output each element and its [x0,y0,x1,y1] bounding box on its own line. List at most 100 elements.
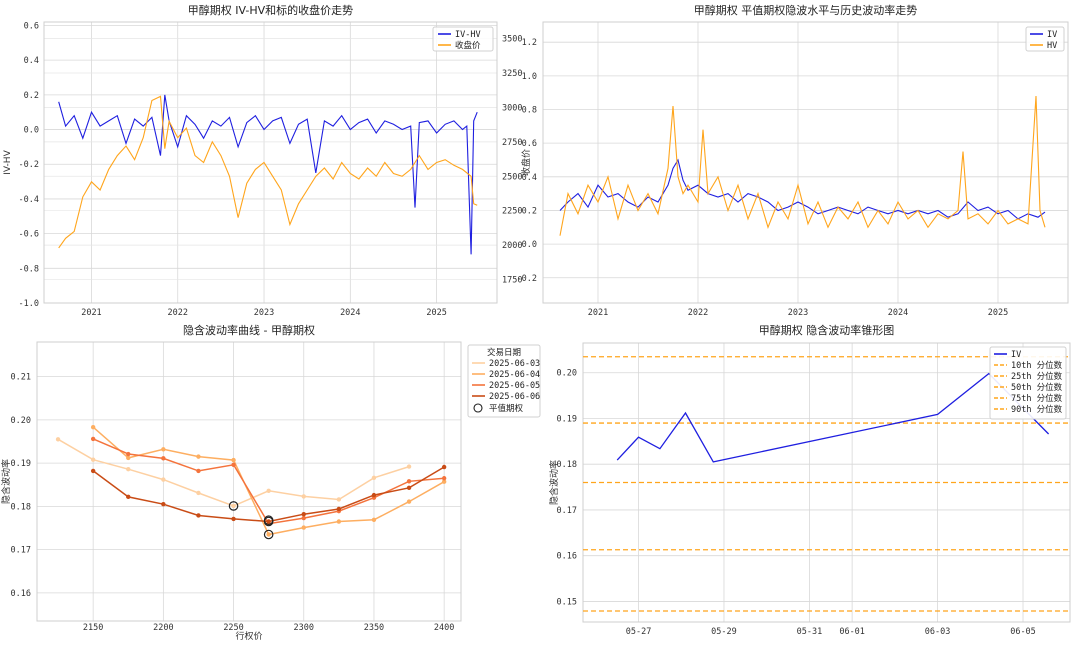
smile-point [406,479,412,484]
y-tick-label: 0.0 [24,126,39,136]
smile-point [231,462,236,468]
x-tick-label: 2022 [688,308,708,318]
smile-point [196,513,201,518]
x-tick-label: 06-01 [839,627,865,637]
smile-point [441,476,447,481]
x-tick-label: 2023 [788,308,808,318]
smile-line-2025-06-04 [92,426,445,536]
y-tick-label: 0.18 [11,502,31,512]
y-tick-label: -0.6 [19,230,39,240]
y2-tick-label: 2000 [502,241,522,251]
legend-label: IV [1011,350,1021,360]
y2-tick-label: 2250 [502,207,522,217]
smile-point [196,454,201,459]
smile-point [336,519,342,524]
x-tick-label: 2025 [426,308,446,318]
smile-point [371,517,377,522]
smile-point [231,516,236,522]
legend-label: 2025-06-03 [489,359,540,369]
y-tick-label: 0.15 [557,597,577,607]
y2-tick-label: 3250 [502,69,522,79]
y-tick-label: 0.6 [522,139,537,149]
y-tick-label: -0.4 [19,195,39,205]
y2-tick-label: 2500 [502,172,522,182]
y-tick-label: 0.20 [11,416,31,426]
smile-point [266,519,271,524]
legend-label: 2025-06-05 [489,381,540,391]
smile-point [266,488,271,493]
legend-label: 90th 分位数 [1011,404,1063,415]
series-line-hv [559,95,1046,236]
x-tick-label: 2400 [434,623,454,633]
y2-tick-label: 3500 [502,35,522,45]
smile-point [371,475,377,481]
y-tick-label: -0.2 [517,274,537,284]
smile-point [161,447,166,452]
y-tick-label: 1.2 [522,38,537,48]
series-line-close-price [58,95,478,249]
legend-label: 平值期权 [489,403,524,414]
y-tick-label: 0.21 [11,373,31,383]
x-tick-label: 2300 [294,623,314,633]
smile-point [126,466,131,472]
smile-point [406,464,412,469]
legend-label: 收盘价 [455,40,481,51]
x-tick-label: 2022 [168,308,188,318]
plot-frame [36,341,462,622]
y-tick-label: 0.16 [11,589,31,599]
y-tick-label: 0.6 [24,21,39,31]
smile-point [196,468,201,474]
y-axis-label: 隐含波动率 [548,460,560,505]
chart-canvas: 2021 2022 2023 2024 2025 -1.0 -0.8 -0.6 -0.4 -0.2… [0,3,1071,642]
y-tick-label: -0.2 [19,160,39,170]
smile-point [301,515,306,521]
x-axis-label: 行权价 [235,630,262,642]
legend-label: IV [1047,30,1057,40]
y-tick-label: 0.2 [522,206,537,216]
legend-box [1025,26,1065,52]
y-tick-label: 0.4 [522,173,537,183]
y-tick-label: -1.0 [19,299,39,309]
x-tick-label: 06-05 [1010,627,1036,637]
smile-point [90,457,96,462]
y-tick-label: 0.16 [557,552,577,562]
chart-title: 隐含波动率曲线 - 甲醇期权 [183,323,315,337]
x-tick-label: 2350 [364,623,384,633]
chart-title: 甲醇期权 IV-HV和标的收盘价走势 [188,3,353,17]
chart-title: 甲醇期权 隐含波动率锥形图 [759,323,895,337]
legend-title: 交易日期 [487,347,521,358]
smile-point [441,464,447,470]
x-tick-label: 2200 [153,623,173,633]
smile-point [301,525,306,530]
y-tick-label: 0.17 [557,506,577,516]
legend-label: 50th 分位数 [1011,382,1063,393]
y-axis-label: IV-HV [3,149,13,174]
smile-point [90,436,96,442]
y-tick-label: 0.19 [557,414,577,424]
y-tick-label: 0.2 [24,91,39,101]
smile-point [90,468,96,474]
y-tick-label: -0.8 [19,264,39,274]
x-tick-label: 2021 [81,308,101,318]
smile-point [406,499,412,504]
y-tick-label: 0.17 [11,546,31,556]
smile-point [371,492,377,498]
chart-title: 甲醇期权 平值期权隐波水平与历史波动率走势 [694,3,918,17]
x-tick-label: 05-27 [626,627,652,637]
smile-point [90,425,96,430]
smile-point [336,497,342,502]
x-tick-label: 06-03 [925,627,951,637]
x-tick-label: 2024 [888,308,908,318]
x-tick-label: 2024 [340,308,360,318]
y-tick-label: 0.8 [522,105,537,115]
legend-label: 2025-06-06 [489,392,540,402]
y-axis-label: 隐含波动率 [0,459,12,504]
smile-point [196,490,201,496]
smile-point [126,494,131,500]
plot-frame [542,21,1069,304]
x-tick-label: 2021 [588,308,608,318]
legend-label: 25th 分位数 [1011,371,1063,382]
series-line-iv-hv [58,94,478,255]
x-tick-label: 05-29 [711,627,737,637]
y-tick-label: 0.19 [11,459,31,469]
